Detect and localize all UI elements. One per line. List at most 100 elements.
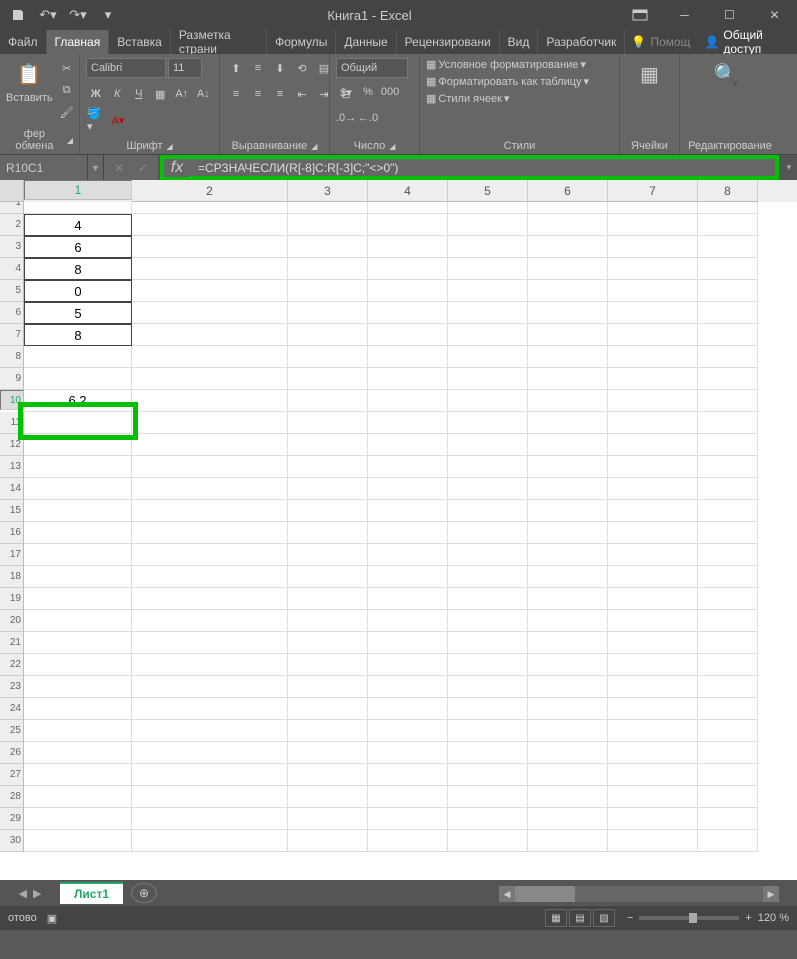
cell[interactable] xyxy=(24,786,132,808)
cell[interactable] xyxy=(288,236,368,258)
cell[interactable] xyxy=(528,522,608,544)
cell[interactable] xyxy=(528,368,608,390)
cell[interactable] xyxy=(288,412,368,434)
scroll-left-icon[interactable]: ◀ xyxy=(499,886,515,902)
comma-icon[interactable]: 000 xyxy=(380,82,400,102)
row-header[interactable]: 8 xyxy=(0,346,24,368)
cell[interactable] xyxy=(132,390,288,412)
cell[interactable] xyxy=(698,808,758,830)
cell[interactable] xyxy=(448,830,528,852)
cell[interactable] xyxy=(24,808,132,830)
cell[interactable] xyxy=(698,434,758,456)
cell[interactable] xyxy=(368,698,448,720)
cell[interactable] xyxy=(132,456,288,478)
cell[interactable] xyxy=(24,456,132,478)
row-header[interactable]: 11 xyxy=(0,412,24,434)
cell[interactable]: 6 xyxy=(24,236,132,258)
cell[interactable] xyxy=(608,434,698,456)
cell[interactable] xyxy=(132,610,288,632)
cell[interactable] xyxy=(448,522,528,544)
cell[interactable] xyxy=(288,346,368,368)
increase-font-icon[interactable]: A↑ xyxy=(172,84,192,104)
cell[interactable] xyxy=(368,522,448,544)
cell[interactable] xyxy=(608,764,698,786)
cancel-formula-icon[interactable]: ✕ xyxy=(108,158,130,178)
enter-formula-icon[interactable]: ✓ xyxy=(132,158,154,178)
cell[interactable] xyxy=(132,698,288,720)
cell[interactable] xyxy=(24,500,132,522)
scroll-right-icon[interactable]: ▶ xyxy=(763,886,779,902)
row-header[interactable]: 22 xyxy=(0,654,24,676)
cell[interactable] xyxy=(448,368,528,390)
cell[interactable] xyxy=(528,236,608,258)
cell[interactable] xyxy=(132,324,288,346)
tab-formulas[interactable]: Формулы xyxy=(267,30,336,54)
row-header[interactable]: 19 xyxy=(0,588,24,610)
cell[interactable] xyxy=(24,698,132,720)
cell[interactable] xyxy=(608,280,698,302)
row-header[interactable]: 4 xyxy=(0,258,24,280)
cell[interactable] xyxy=(132,830,288,852)
cell[interactable] xyxy=(448,588,528,610)
cell[interactable] xyxy=(132,214,288,236)
cell[interactable] xyxy=(528,676,608,698)
cell[interactable] xyxy=(608,676,698,698)
cell[interactable] xyxy=(132,786,288,808)
cell[interactable] xyxy=(288,566,368,588)
add-sheet-icon[interactable]: ⊕ xyxy=(131,883,157,903)
cell[interactable] xyxy=(288,456,368,478)
cell[interactable] xyxy=(24,720,132,742)
cell[interactable] xyxy=(698,588,758,610)
cell[interactable] xyxy=(608,522,698,544)
cell[interactable] xyxy=(608,632,698,654)
tab-file[interactable]: Файл xyxy=(0,30,47,54)
cell[interactable] xyxy=(288,720,368,742)
row-header[interactable]: 25 xyxy=(0,720,24,742)
cell[interactable] xyxy=(608,830,698,852)
cell[interactable] xyxy=(608,654,698,676)
page-layout-view-icon[interactable]: ▤ xyxy=(569,909,591,927)
cell[interactable] xyxy=(368,302,448,324)
cell[interactable] xyxy=(448,302,528,324)
cell[interactable] xyxy=(608,324,698,346)
align-top-icon[interactable]: ⬆ xyxy=(226,58,246,78)
cell[interactable] xyxy=(528,720,608,742)
cell[interactable] xyxy=(608,214,698,236)
cell[interactable] xyxy=(288,368,368,390)
cell[interactable] xyxy=(288,808,368,830)
align-bottom-icon[interactable]: ⬇ xyxy=(270,58,290,78)
cell[interactable] xyxy=(132,302,288,324)
cell[interactable] xyxy=(528,302,608,324)
cell[interactable] xyxy=(132,566,288,588)
cell[interactable] xyxy=(528,654,608,676)
cell[interactable] xyxy=(448,808,528,830)
cell[interactable] xyxy=(448,412,528,434)
cell[interactable] xyxy=(288,632,368,654)
row-header[interactable]: 9 xyxy=(0,368,24,390)
cell[interactable] xyxy=(288,390,368,412)
row-header[interactable]: 28 xyxy=(0,786,24,808)
cell[interactable] xyxy=(368,214,448,236)
cell[interactable] xyxy=(608,610,698,632)
cell[interactable] xyxy=(368,632,448,654)
increase-decimal-icon[interactable]: .0→ xyxy=(336,108,356,128)
cell[interactable] xyxy=(528,764,608,786)
cell[interactable] xyxy=(608,258,698,280)
tab-data[interactable]: Данные xyxy=(336,30,396,54)
tab-review[interactable]: Рецензировани xyxy=(397,30,500,54)
font-color-icon[interactable]: A▾ xyxy=(108,110,128,130)
cell[interactable] xyxy=(132,478,288,500)
row-header[interactable]: 15 xyxy=(0,500,24,522)
row-header[interactable]: 10 xyxy=(0,390,24,410)
align-center-icon[interactable]: ≡ xyxy=(248,84,268,104)
macro-record-icon[interactable]: ▣ xyxy=(47,912,57,925)
cell[interactable] xyxy=(448,324,528,346)
cell[interactable] xyxy=(608,786,698,808)
row-header[interactable]: 13 xyxy=(0,456,24,478)
cell[interactable] xyxy=(288,610,368,632)
cell[interactable] xyxy=(368,434,448,456)
cell[interactable] xyxy=(608,544,698,566)
cell[interactable] xyxy=(608,236,698,258)
tab-home[interactable]: Главная xyxy=(47,30,110,54)
decrease-indent-icon[interactable]: ⇤ xyxy=(292,84,312,104)
